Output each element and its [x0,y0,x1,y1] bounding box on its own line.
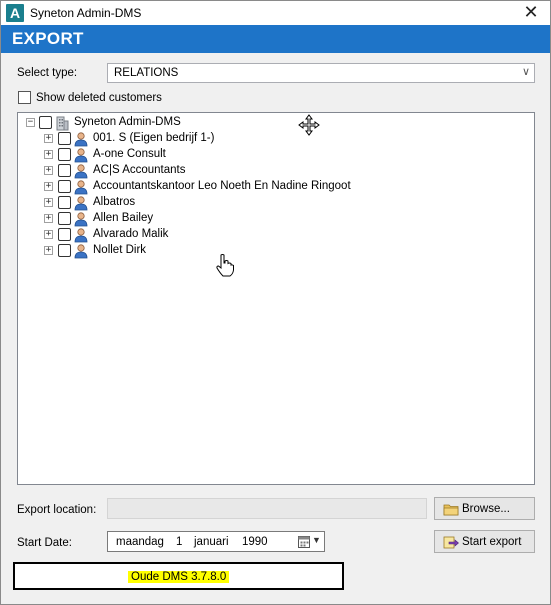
expand-icon[interactable]: + [44,230,53,239]
select-type-label: Select type: [17,67,78,79]
tree-item-checkbox[interactable] [58,180,71,193]
page-title: EXPORT [12,29,84,48]
tree-item-label: Accountantskantoor Leo Noeth En Nadine R… [93,180,351,192]
tree-item[interactable]: + Allen Bailey [44,211,524,227]
start-date-year[interactable]: 1990 [242,536,268,548]
tree-item-label: AC|S Accountants [93,164,186,176]
tree-item[interactable]: + Accountantskantoor Leo Noeth En Nadine… [44,179,524,195]
window-title: Syneton Admin-DMS [30,6,142,20]
tree-item-label: Nollet Dirk [93,244,147,256]
app-icon: A [6,4,24,22]
tree-item[interactable]: + AC|S Accountants [44,163,524,179]
start-date-weekday[interactable]: maandag [116,536,164,548]
person-icon [74,148,88,163]
start-export-button-label: Start export [462,536,522,548]
building-icon [56,116,69,131]
export-window: A Syneton Admin-DMS ✕ EXPORT Select type… [0,0,551,605]
person-icon [74,212,88,227]
export-location-label: Export location: [17,504,97,516]
start-date-label: Start Date: [17,537,72,549]
move-cursor-icon [298,114,320,136]
start-export-button[interactable]: Start export [434,530,535,553]
show-deleted-label: Show deleted customers [36,92,162,104]
person-icon [74,164,88,179]
tree-item[interactable]: + A-one Consult [44,147,524,163]
relations-tree[interactable]: − Syneton Admin-DMS + 001. S (Eigen bedr… [17,112,535,485]
tree-item-label: Allen Bailey [93,212,154,224]
export-icon [443,536,459,549]
show-deleted-checkbox[interactable] [18,91,31,104]
person-icon [74,196,88,211]
tree-item-label: Alvarado Malik [93,228,169,240]
tree-item-checkbox[interactable] [58,196,71,209]
select-type-dropdown[interactable]: RELATIONS ∨ [107,63,535,83]
hand-cursor-icon [216,254,234,277]
expand-icon[interactable]: + [44,246,53,255]
version-text: Oude DMS 3.7.8.0 [128,571,230,583]
close-button[interactable]: ✕ [518,2,544,24]
tree-item[interactable]: + Alvarado Malik [44,227,524,243]
expand-icon[interactable]: + [44,150,53,159]
tree-item-checkbox[interactable] [58,148,71,161]
start-date-day[interactable]: 1 [176,536,182,548]
tree-item-label: 001. S (Eigen bedrijf 1-) [93,132,215,144]
browse-button[interactable]: Browse... [434,497,535,520]
select-type-value: RELATIONS [114,67,179,79]
tree-item-checkbox[interactable] [58,244,71,257]
export-header: EXPORT [1,25,550,53]
chevron-down-icon: ∨ [521,66,530,78]
person-icon [74,180,88,195]
start-date-month[interactable]: januari [194,536,229,548]
collapse-icon[interactable]: − [26,118,35,127]
person-icon [74,228,88,243]
tree-root[interactable]: − Syneton Admin-DMS [26,115,326,131]
tree-item-checkbox[interactable] [58,132,71,145]
tree-item[interactable]: + Albatros [44,195,524,211]
tree-item-label: Albatros [93,196,136,208]
tree-item[interactable]: + Nollet Dirk [44,243,524,259]
export-location-field[interactable] [107,498,427,519]
tree-item-checkbox[interactable] [58,212,71,225]
folder-icon [443,504,459,516]
expand-icon[interactable]: + [44,214,53,223]
person-icon [74,244,88,259]
expand-icon[interactable]: + [44,182,53,191]
title-bar: A Syneton Admin-DMS ✕ [1,1,550,25]
browse-button-label: Browse... [462,503,510,515]
expand-icon[interactable]: + [44,134,53,143]
dropdown-arrow-icon[interactable]: ▼ [312,535,321,545]
tree-item-checkbox[interactable] [58,228,71,241]
tree-item-label: A-one Consult [93,148,166,160]
expand-icon[interactable]: + [44,166,53,175]
calendar-icon[interactable] [298,535,310,548]
tree-root-label: Syneton Admin-DMS [74,116,181,128]
person-icon [74,132,88,147]
tree-root-checkbox[interactable] [39,116,52,129]
expand-icon[interactable]: + [44,198,53,207]
tree-item[interactable]: + 001. S (Eigen bedrijf 1-) [44,131,524,147]
tree-item-checkbox[interactable] [58,164,71,177]
start-date-picker[interactable]: maandag 1 januari 1990 ▼ [107,531,325,552]
version-banner: Oude DMS 3.7.8.0 [13,562,344,590]
